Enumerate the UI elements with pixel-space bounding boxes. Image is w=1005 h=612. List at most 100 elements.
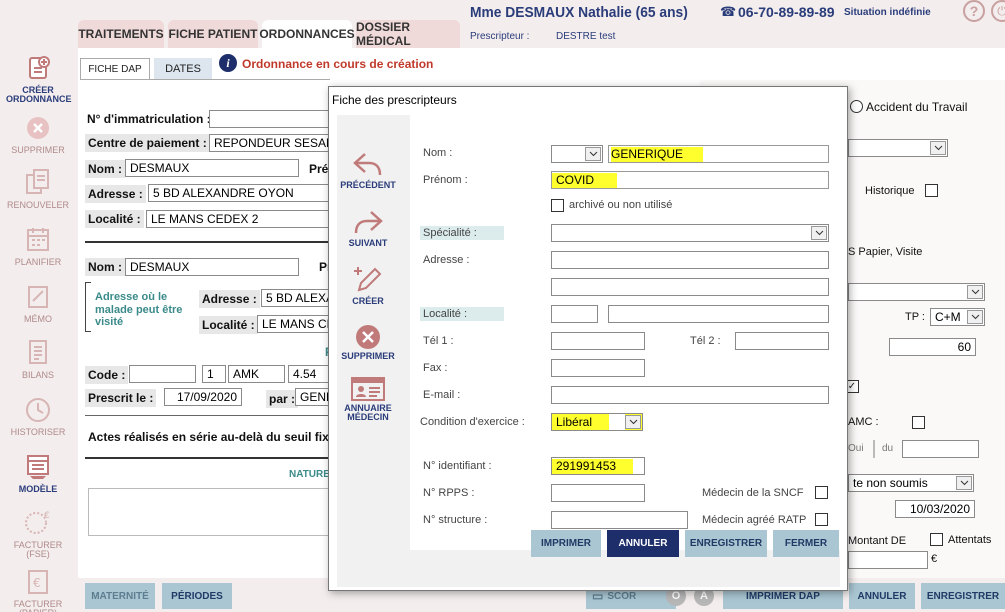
help-icon[interactable]: ? (963, 0, 985, 22)
annuler-button[interactable]: ANNULER (849, 583, 915, 609)
supprimer-prescripteur-button[interactable]: SUPPRIMER (336, 315, 400, 369)
modal-enregistrer-button[interactable]: ENREGISTRER (685, 530, 767, 557)
code-qty-input[interactable] (202, 365, 226, 383)
scor-label: SCOR (607, 590, 637, 602)
modal-prenom-input[interactable] (551, 171, 829, 189)
subtab-fiche-dap[interactable]: FICHE DAP (80, 58, 150, 80)
sidebar-label-facturer-fse: FACTURER (FSE) (13, 540, 63, 560)
power-icon[interactable]: ⏻ (991, 0, 1005, 22)
chevron-down-icon (930, 141, 946, 155)
nom2-label: Nom : (85, 258, 125, 276)
du-input[interactable] (902, 440, 979, 458)
sidebar-item-supprimer[interactable]: SUPPRIMER (6, 112, 70, 155)
condition-select[interactable]: Libéral (551, 413, 643, 431)
sidebar-item-planifier[interactable]: PLANIFIER (6, 224, 70, 267)
modal-adresse-input-1[interactable] (551, 251, 829, 269)
sidebar-item-historiser[interactable]: HISTORISER (6, 394, 70, 437)
value-60-input[interactable] (889, 338, 976, 356)
modal-imprimer-button[interactable]: IMPRIMER (531, 530, 601, 557)
accident-radio[interactable] (850, 100, 863, 113)
right-select-1[interactable] (848, 139, 948, 157)
structure-input[interactable] (551, 511, 688, 529)
section-divider-3 (85, 457, 330, 459)
right-select-2[interactable] (848, 283, 985, 301)
sidebar-item-renouveler[interactable]: RENOUVELER (6, 167, 70, 210)
tel2-input[interactable] (735, 332, 829, 350)
directory-icon (351, 376, 385, 401)
non-soumis-value: te non soumis (853, 476, 928, 490)
ville-input[interactable] (608, 305, 829, 323)
sidebar-label-facturer-papier: FACTURER (PAPIER) (13, 599, 63, 612)
tp-label: TP : (905, 311, 925, 323)
chevron-down-icon (811, 226, 827, 240)
localite-label: Localité : (85, 210, 144, 228)
adresse2-label: Adresse : (199, 290, 260, 308)
adresse2-input[interactable] (261, 289, 334, 307)
localite2-label: Localité : (199, 316, 258, 334)
subtab-dates[interactable]: DATES (154, 58, 212, 80)
fax-input[interactable] (551, 359, 645, 377)
rpps-input[interactable] (551, 484, 645, 502)
sidebar-item-creer[interactable]: CRÉER ORDONNANCE (6, 52, 72, 105)
montant-input[interactable] (848, 551, 928, 569)
chevron-down-icon (625, 415, 641, 429)
civilite-select[interactable] (551, 145, 603, 163)
modal-adresse-input-2[interactable] (551, 278, 829, 296)
tab-dossier-medical[interactable]: DOSSIER MÉDICAL (356, 20, 460, 48)
sidebar-item-bilans[interactable]: BILANS (6, 337, 70, 380)
code-input[interactable] (129, 365, 196, 383)
maternite-button[interactable]: MATERNITÉ (85, 583, 155, 609)
annuaire-medecin-button[interactable]: ANNUAIRE MÉDECIN (336, 371, 400, 425)
identifiant-input[interactable] (551, 457, 645, 475)
tab-fiche-patient[interactable]: FICHE PATIENT (168, 20, 258, 48)
adresse-visite-label: Adresse où le malade peut être visité (95, 291, 183, 329)
immat-input[interactable] (209, 110, 334, 128)
ratp-checkbox[interactable] (815, 513, 828, 526)
code-letter-input[interactable] (228, 365, 285, 383)
historique-label: Historique (865, 185, 915, 197)
archive-checkbox[interactable] (551, 199, 564, 212)
periodes-button[interactable]: PÉRIODES (162, 583, 232, 609)
tel1-input[interactable] (551, 332, 645, 350)
non-soumis-select[interactable]: te non soumis (848, 474, 974, 492)
tab-ordonnances[interactable]: ORDONNANCES (259, 20, 355, 48)
specialite-label: Spécialité : (420, 226, 504, 240)
enregistrer-button[interactable]: ENREGISTRER (921, 583, 1005, 609)
nature-header: NATURE (289, 469, 330, 480)
delete-icon (356, 325, 380, 349)
tp-select[interactable]: C+M (930, 308, 985, 326)
suivant-button[interactable]: SUIVANT (336, 201, 400, 255)
nature-area[interactable] (88, 488, 334, 536)
modal-fermer-button[interactable]: FERMER (773, 530, 839, 557)
prescrit-input[interactable] (164, 388, 242, 406)
creer-button[interactable]: CRÉER (336, 258, 400, 312)
amc-checkbox[interactable] (912, 416, 925, 429)
sidebar-item-facturer-fse[interactable]: € FACTURER (FSE) (6, 507, 70, 560)
nom2-input[interactable] (125, 258, 299, 276)
adresse-input[interactable] (148, 184, 334, 202)
code-postal-input[interactable] (551, 305, 598, 323)
historique-checkbox[interactable] (925, 184, 938, 197)
oui-input[interactable] (873, 440, 875, 458)
sidebar-item-facturer-papier[interactable]: € FACTURER (PAPIER) (6, 566, 70, 612)
nom-input[interactable] (125, 159, 299, 177)
tab-traitements[interactable]: TRAITEMENTS (78, 20, 164, 48)
localite-input[interactable] (146, 210, 334, 228)
modal-annuler-button[interactable]: ANNULER (607, 530, 679, 557)
attentats-checkbox[interactable] (930, 533, 943, 546)
dialog-title: Fiche des prescripteurs (332, 93, 457, 107)
localite2-input[interactable] (257, 315, 334, 333)
sncf-checkbox[interactable] (815, 486, 828, 499)
precedent-button[interactable]: PRÉCÉDENT (336, 143, 400, 197)
chevron-down-icon (967, 285, 983, 299)
specialite-select[interactable] (551, 224, 829, 242)
prescripteur-label: Prescripteur : (470, 31, 530, 42)
date-right-input[interactable] (895, 500, 975, 518)
memo-icon (20, 281, 56, 313)
centre-input[interactable] (209, 134, 334, 152)
modal-nom-input[interactable] (608, 145, 829, 163)
sidebar-item-modele[interactable]: MODÈLE (6, 451, 70, 494)
email-input[interactable] (551, 386, 829, 404)
tel2-label: Tél 2 : (690, 335, 721, 347)
sidebar-item-memo[interactable]: MÉMO (6, 281, 70, 324)
